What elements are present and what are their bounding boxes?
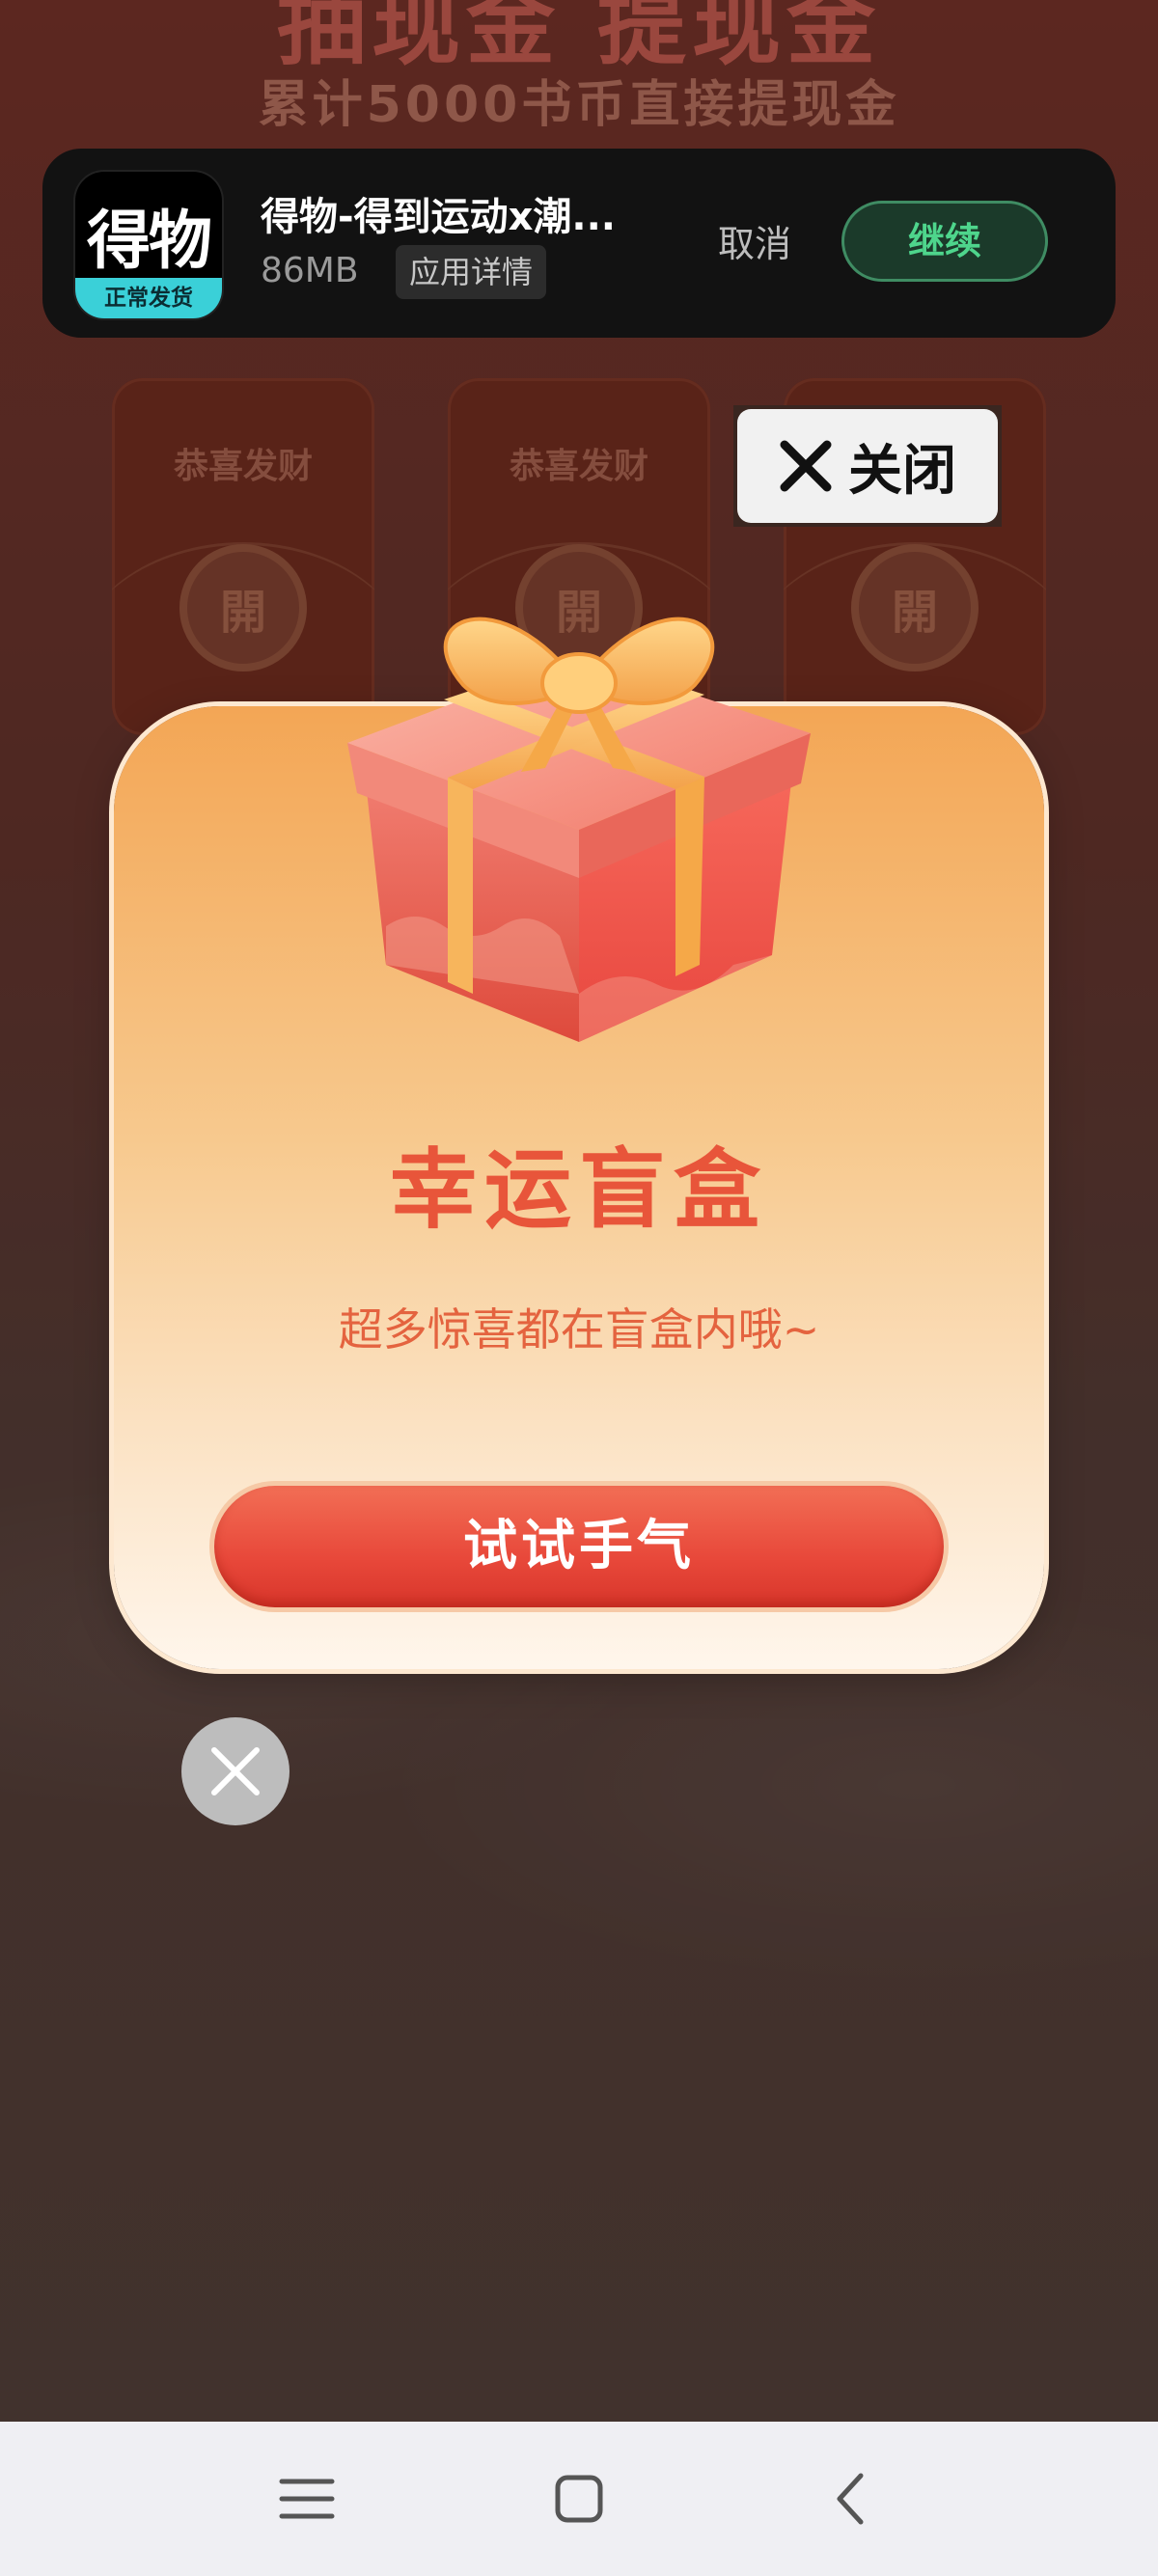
modal-subtitle: 超多惊喜都在盲盒内哦~ — [338, 1303, 820, 1356]
app-name: 得物-得到运动x潮... — [261, 195, 616, 239]
ad-close-button[interactable]: 关闭 — [733, 405, 1002, 527]
app-size: 86MB — [261, 251, 359, 290]
gift-box-illustration — [347, 617, 811, 1042]
app-icon[interactable]: 得物 正常发货 — [75, 172, 222, 318]
system-nav-bar — [0, 2422, 1158, 2576]
modal-title: 幸运盲盒 — [390, 1139, 768, 1241]
back-icon[interactable] — [816, 2464, 886, 2534]
try-luck-button[interactable]: 试试手气 — [214, 1486, 944, 1607]
app-details-link[interactable]: 应用详情 — [396, 245, 547, 299]
ad-close-label: 关闭 — [848, 439, 956, 503]
cancel-button[interactable]: 取消 — [718, 214, 791, 267]
app-icon-ribbon: 正常发货 — [75, 278, 222, 318]
menu-icon[interactable] — [272, 2464, 342, 2534]
modal-close-button[interactable] — [181, 1717, 290, 1825]
app-icon-logo: 得物 — [87, 204, 212, 278]
close-icon — [780, 440, 832, 492]
continue-button[interactable]: 继续 — [841, 201, 1048, 282]
close-icon — [211, 1747, 260, 1795]
home-icon[interactable] — [544, 2464, 614, 2534]
app-download-banner: 得物 正常发货 得物-得到运动x潮... 86MB 应用详情 取消 继续 — [42, 149, 1116, 338]
